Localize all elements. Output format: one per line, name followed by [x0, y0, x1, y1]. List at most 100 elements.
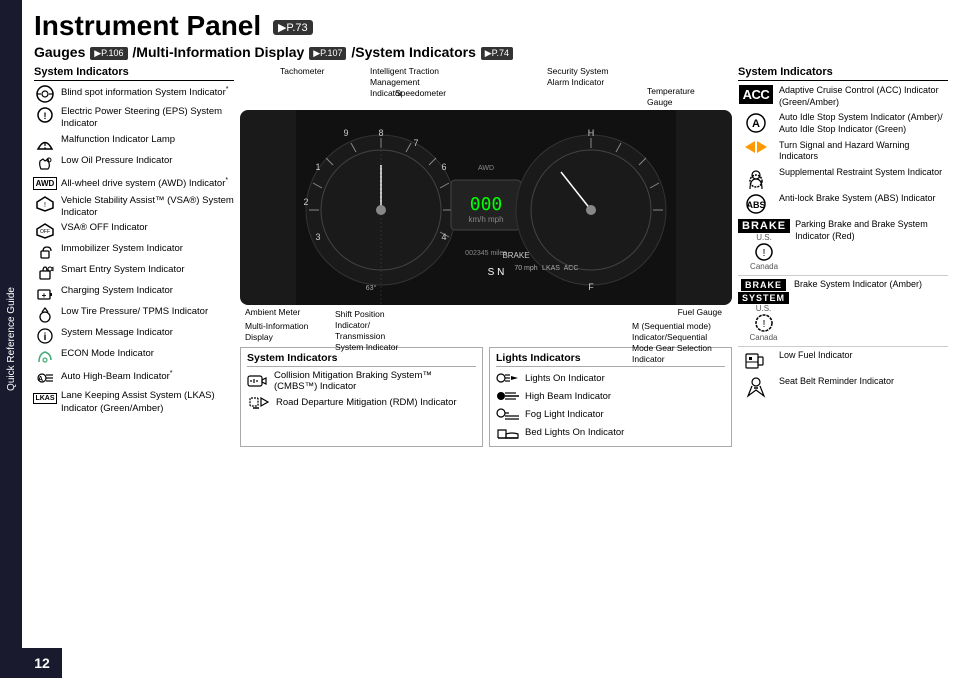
abs-icon: ABS [738, 193, 774, 215]
list-item: BRAKE SYSTEM U.S. ! Canada Brake System … [738, 279, 948, 342]
svg-text:1: 1 [315, 162, 320, 172]
fog-light-label: Fog Light Indicator [525, 409, 604, 420]
security-alarm-label: Security System Alarm Indicator [547, 66, 632, 88]
list-item: LKAS Lane Keeping Assist System (LKAS) I… [34, 390, 234, 415]
abs-label: Anti-lock Brake System (ABS) Indicator [779, 193, 948, 205]
svg-text:7: 7 [413, 138, 418, 148]
temperature-label: Temperature Gauge [647, 86, 722, 108]
rdm-icon [247, 394, 271, 410]
list-item: Bed Lights On Indicator [496, 424, 725, 440]
cmbs-label: Collision Mitigation Braking System™ (CM… [274, 370, 476, 392]
immobilizer-label: Immobilizer System Indicator [61, 243, 234, 255]
list-item: Low Fuel Indicator [738, 350, 948, 372]
turn-signal-icon [738, 140, 774, 154]
svg-text:S N: S N [488, 267, 505, 278]
list-item: Blind spot information System Indicator* [34, 85, 234, 103]
oil-label: Low Oil Pressure Indicator [61, 155, 234, 167]
list-item: Supplemental Restraint System Indicator [738, 167, 948, 189]
list-item: ! Vehicle Stability Assist™ (VSA®) Syste… [34, 195, 234, 220]
svg-text:OFF: OFF [40, 229, 50, 235]
malfunction-icon [34, 134, 56, 152]
bottom-sys-indicators: System Indicators Collision Mitigation B… [240, 347, 483, 447]
tachometer-label: Tachometer [280, 66, 324, 77]
seatbelt-label: Seat Belt Reminder Indicator [779, 376, 948, 388]
vsa-off-label: VSA® OFF Indicator [61, 222, 234, 234]
list-item: ! Electric Power Steering (EPS) System I… [34, 106, 234, 131]
svg-text:2: 2 [303, 197, 308, 207]
low-fuel-icon [738, 350, 774, 372]
list-item: Fog Light Indicator [496, 406, 725, 422]
auto-high-beam-label: Auto High-Beam Indicator* [61, 369, 234, 384]
shift-position-label: Shift Position Indicator/ Transmission S… [335, 309, 415, 353]
svg-text:km/h mph: km/h mph [468, 215, 503, 224]
bed-lights-icon [496, 424, 520, 440]
list-item: Lights On Indicator [496, 370, 725, 386]
list-item: A Auto High-Beam Indicator* [34, 369, 234, 387]
rdm-label: Road Departure Mitigation (RDM) Indicato… [276, 397, 457, 408]
svg-text:6: 6 [441, 162, 446, 172]
center-area: Tachometer Intelligent Traction Manageme… [240, 66, 732, 670]
sidebar-label: Quick Reference Guide [6, 287, 17, 391]
srs-icon [738, 167, 774, 189]
parking-brake-label: Parking Brake and Brake System Indicator… [795, 219, 948, 242]
multi-info-label: Multi-Information Display [245, 321, 315, 343]
list-item: Road Departure Mitigation (RDM) Indicato… [247, 394, 476, 410]
charging-icon: + [34, 285, 56, 303]
eps-label: Electric Power Steering (EPS) System Ind… [61, 106, 234, 131]
fog-light-icon [496, 406, 520, 422]
charging-label: Charging System Indicator [61, 285, 234, 297]
bed-lights-label: Bed Lights On Indicator [525, 427, 624, 438]
list-item: Collision Mitigation Braking System™ (CM… [247, 370, 476, 392]
top-labels: Tachometer Intelligent Traction Manageme… [240, 66, 732, 110]
list-item: Low Oil Pressure Indicator [34, 155, 234, 173]
low-fuel-label: Low Fuel Indicator [779, 350, 948, 362]
right-section-title: System Indicators [738, 66, 948, 81]
fuel-gauge-label: Fuel Gauge [678, 307, 722, 318]
page-title: Instrument Panel ▶P.73 [34, 10, 948, 42]
svg-text:ABS: ABS [746, 200, 765, 210]
cmbs-icon [247, 373, 269, 389]
econ-icon [34, 348, 56, 366]
bottom-sys-title: System Indicators [247, 352, 476, 367]
smart-entry-icon [34, 264, 56, 282]
high-beam-label: High Beam Indicator [525, 391, 611, 402]
right-indicators: System Indicators ACC Adaptive Cruise Co… [738, 66, 948, 670]
divider [738, 346, 948, 347]
auto-high-beam-icon: A [34, 369, 56, 387]
lights-on-label: Lights On Indicator [525, 373, 605, 384]
svg-text:LKAS: LKAS [542, 265, 560, 272]
svg-text:000: 000 [470, 194, 503, 215]
sys-msg-label: System Message Indicator [61, 327, 234, 339]
list-item: BRAKE U.S. ! Canada Parking Brake and Br… [738, 219, 948, 271]
m-indicator-label: M (Sequential mode) Indicator/Sequential… [632, 321, 722, 365]
list-item: + Charging System Indicator [34, 285, 234, 303]
blind-spot-icon [34, 85, 56, 103]
blind-spot-label: Blind spot information System Indicator* [61, 85, 234, 100]
list-item: Low Tire Pressure/ TPMS Indicator [34, 306, 234, 324]
svg-text:H: H [588, 128, 595, 138]
svg-text:002345 miles: 002345 miles [465, 250, 507, 257]
svg-text:i: i [44, 332, 47, 343]
svg-text:!: ! [762, 319, 765, 330]
title-ref: ▶P.73 [273, 20, 313, 35]
smart-entry-label: Smart Entry System Indicator [61, 264, 234, 276]
list-item: Malfunction Indicator Lamp [34, 134, 234, 152]
list-item: i System Message Indicator [34, 327, 234, 345]
sidebar: Quick Reference Guide [0, 0, 22, 678]
list-item: Seat Belt Reminder Indicator [738, 376, 948, 398]
bottom-labels: Ambient Meter Multi-Information Display … [240, 307, 732, 343]
left-section-title: System Indicators [34, 66, 234, 81]
svg-text:+: + [42, 291, 47, 300]
high-beam-icon [496, 388, 520, 404]
list-item: ACC Adaptive Cruise Control (ACC) Indica… [738, 85, 948, 108]
eps-icon: ! [34, 106, 56, 124]
svg-text:AWD: AWD [478, 165, 494, 172]
list-item: AWD All-wheel drive system (AWD) Indicat… [34, 176, 234, 192]
svg-text:A: A [752, 118, 760, 130]
list-item: High Beam Indicator [496, 388, 725, 404]
lkas-label: Lane Keeping Assist System (LKAS) Indica… [61, 390, 234, 415]
subtitle: Gauges ▶P.106 /Multi-Information Display… [34, 44, 948, 60]
auto-idle-stop-icon: A [738, 112, 774, 134]
lights-on-icon [496, 370, 520, 386]
acc-icon: ACC [738, 85, 774, 104]
